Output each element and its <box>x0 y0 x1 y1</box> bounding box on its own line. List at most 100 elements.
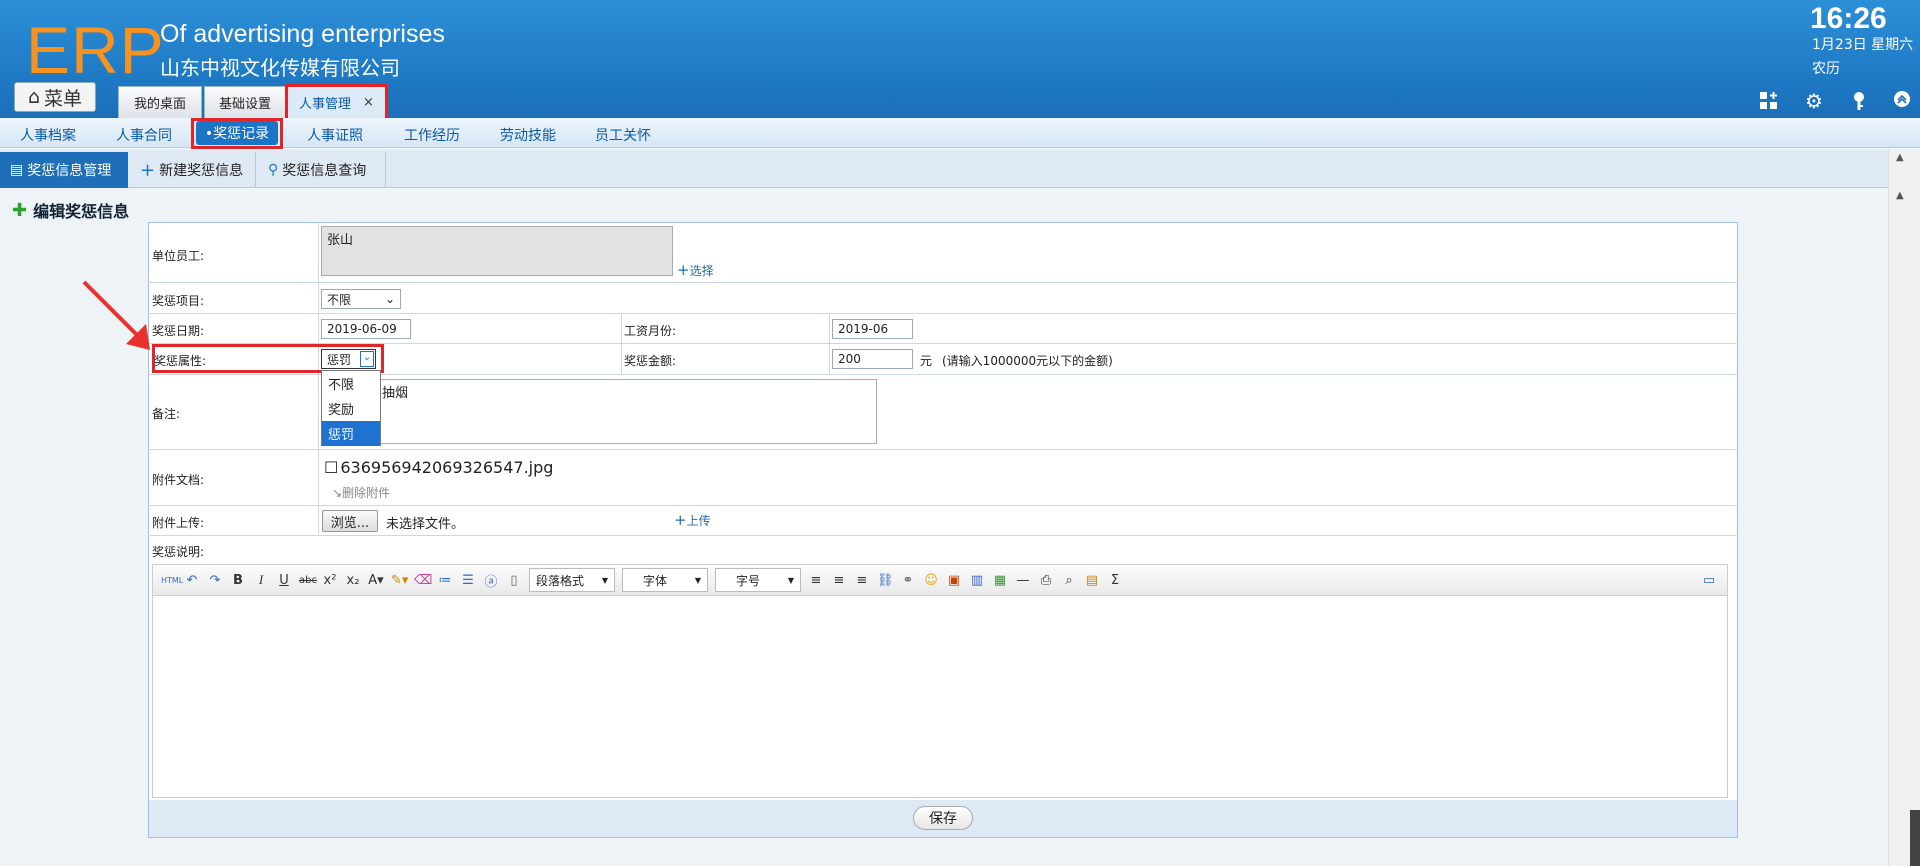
amount-unit: 元 <box>920 354 933 368</box>
html-icon[interactable]: HTML <box>161 576 183 585</box>
tab-rewards-management[interactable]: ▤ 奖惩信息管理 <box>0 152 128 188</box>
paragraph-format-select[interactable]: 段落格式 ▼ <box>529 568 615 592</box>
menu-button[interactable]: ⌂ 菜单 <box>14 82 96 112</box>
editor-content-area[interactable] <box>152 596 1728 798</box>
attribute-select[interactable]: 惩罚 ⌄ <box>321 349 376 369</box>
remark-textarea[interactable]: 抽烟 <box>321 379 877 444</box>
scroll-up-icon[interactable]: ▲ <box>1896 152 1904 163</box>
subnav-labor-skills[interactable]: 劳动技能 <box>500 125 556 145</box>
plus-icon: + <box>677 261 690 279</box>
subnav-employee-care[interactable]: 员工关怀 <box>595 125 651 145</box>
page-title: ✚ 编辑奖惩信息 <box>12 199 130 222</box>
tab-new-rewards[interactable]: + 新建奖惩信息 <box>130 152 256 188</box>
font-color-icon[interactable]: A▾ <box>368 573 384 588</box>
employee-label: 单位员工: <box>152 249 205 263</box>
add-widget-icon[interactable] <box>1758 90 1780 112</box>
collapse-up-icon[interactable] <box>1891 90 1913 112</box>
subnav-hr-certificates[interactable]: 人事证照 <box>307 125 363 145</box>
dropdown-option[interactable]: 不限 <box>322 371 380 396</box>
page-icon[interactable]: ▯ <box>506 573 522 588</box>
tab-basic-settings[interactable]: 基础设置 <box>204 86 286 118</box>
unordered-list-icon[interactable]: ☰ <box>460 573 476 588</box>
date-field[interactable]: 2019-06-09 <box>321 319 411 339</box>
image-icon[interactable]: ▣ <box>946 573 962 588</box>
save-button[interactable]: 保存 <box>913 806 973 830</box>
vertical-scrollbar[interactable] <box>1888 150 1920 866</box>
gear-icon[interactable]: ⚙ <box>1803 90 1825 112</box>
italic-icon[interactable]: I <box>253 572 269 588</box>
checkbox[interactable]: ☐ <box>324 458 338 477</box>
font-family-select[interactable]: 字体 ▼ <box>622 568 708 592</box>
lunar-calendar[interactable]: 农历 <box>1812 58 1840 78</box>
delete-attachment-link[interactable]: ↘删除附件 <box>332 484 390 501</box>
align-center-icon[interactable]: ≡ <box>831 573 847 588</box>
tab-my-desktop[interactable]: 我的桌面 <box>118 86 202 118</box>
gallery-icon[interactable]: ▦ <box>992 573 1008 588</box>
arrow-icon: ↘ <box>332 486 343 500</box>
company-title-en: Of advertising enterprises <box>160 20 445 48</box>
print-icon[interactable]: ⎙ <box>1038 573 1054 588</box>
item-select[interactable]: 不限 ⌄ <box>321 289 401 309</box>
chevron-down-icon: ⌄ <box>360 351 374 367</box>
search-icon: ⚲ <box>268 162 279 178</box>
eraser-icon[interactable]: ⌫ <box>414 573 432 588</box>
unlink-icon[interactable]: ⚭ <box>900 573 916 588</box>
browse-button[interactable]: 浏览... <box>322 510 378 532</box>
tab-hr-management[interactable]: 人事管理 × <box>285 84 388 118</box>
superscript-icon[interactable]: x² <box>322 573 338 588</box>
strikethrough-icon[interactable]: abc <box>299 575 317 586</box>
underline-icon[interactable]: U <box>276 573 292 588</box>
dropdown-option[interactable]: 奖励 <box>322 396 380 421</box>
fullscreen-icon[interactable]: ▭ <box>1701 573 1717 588</box>
amount-field[interactable]: 200 <box>832 349 913 369</box>
tab-rewards-query[interactable]: ⚲ 奖惩信息查询 <box>258 152 386 188</box>
sigma-icon[interactable]: Σ <box>1107 573 1123 588</box>
subnav-work-experience[interactable]: 工作经历 <box>404 125 460 145</box>
attribute-dropdown-list: 不限 奖励 惩罚 <box>321 370 381 446</box>
scroll-up-icon[interactable]: ▲ <box>1896 190 1904 201</box>
horizontal-rule-icon[interactable]: — <box>1015 573 1031 588</box>
clock-date: 1月23日 星期六 <box>1812 37 1914 53</box>
font-size-select[interactable]: 字号 ▼ <box>715 568 801 592</box>
sub-navigation <box>0 118 1920 148</box>
emoticon-icon[interactable]: ☺ <box>923 573 939 588</box>
editor-toolbar: HTML ↶ ↷ B I U abc x² x₂ A▾ ✎▾ ⌫ ≔ ☰ ⓐ ▯… <box>152 564 1728 596</box>
amount-hint: (请输入1000000元以下的金额) <box>942 354 1113 368</box>
ordered-list-icon[interactable]: ≔ <box>437 573 453 588</box>
link-icon[interactable]: ⛓ <box>877 573 894 588</box>
chevron-down-icon: ⌄ <box>384 292 395 306</box>
annotation-arrow-icon <box>82 280 150 350</box>
redo-icon[interactable]: ↷ <box>207 573 223 588</box>
highlight-color-icon[interactable]: ✎▾ <box>391 573 408 588</box>
attribute-label: 奖惩属性: <box>154 354 207 368</box>
subnav-hr-files[interactable]: 人事档案 <box>20 125 76 145</box>
plus-icon: + <box>674 511 687 529</box>
align-left-icon[interactable]: ≡ <box>808 573 824 588</box>
add-green-icon: ✚ <box>12 199 28 221</box>
plus-icon: + <box>140 159 156 181</box>
dropdown-option-selected[interactable]: 惩罚 <box>322 421 380 446</box>
file-status: 未选择文件。 <box>386 517 465 532</box>
chevron-down-icon: ▼ <box>694 575 701 585</box>
highlight-box <box>191 118 283 149</box>
subnav-hr-contract[interactable]: 人事合同 <box>116 125 172 145</box>
select-employee-link[interactable]: +选择 <box>677 261 714 279</box>
amount-label: 奖惩金额: <box>624 354 677 368</box>
remark-label: 备注: <box>152 407 181 421</box>
bold-icon[interactable]: B <box>230 573 246 588</box>
close-icon[interactable]: × <box>363 95 374 110</box>
paste-icon[interactable]: ▤ <box>1084 573 1100 588</box>
key-icon[interactable] <box>1848 90 1870 112</box>
company-title-cn: 山东中视文化传媒有限公司 <box>160 56 400 80</box>
anchor-icon[interactable]: ⓐ <box>483 571 499 590</box>
menu-button-label: 菜单 <box>44 87 83 110</box>
align-right-icon[interactable]: ≡ <box>854 573 870 588</box>
preview-icon[interactable]: ⌕ <box>1061 573 1077 588</box>
scroll-thumb[interactable] <box>1910 810 1920 866</box>
upload-link[interactable]: +上传 <box>674 511 711 529</box>
salary-month-field[interactable]: 2019-06 <box>832 319 913 339</box>
attachment-file: ☐ 636956942069326547.jpg <box>324 458 554 477</box>
video-icon[interactable]: ▥ <box>969 573 985 588</box>
subscript-icon[interactable]: x₂ <box>345 573 361 588</box>
undo-icon[interactable]: ↶ <box>184 573 200 588</box>
